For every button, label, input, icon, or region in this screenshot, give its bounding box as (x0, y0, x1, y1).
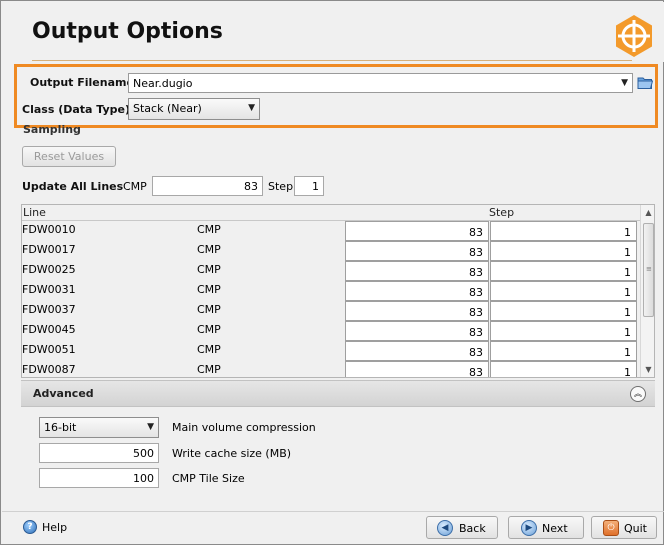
line-cmp-input[interactable]: 83 (345, 301, 489, 321)
scrollbar-thumb[interactable]: ≡ (643, 223, 654, 317)
header: Output Options (2, 2, 664, 62)
line-cmp-input[interactable]: 83 (345, 341, 489, 361)
logo-crosshair-icon (616, 15, 652, 57)
back-icon: ◀ (437, 520, 453, 536)
line-step-input[interactable]: 1 (490, 301, 637, 321)
line-type: CMP (197, 223, 221, 236)
table-row: FDW0025 CMP 83 1 (22, 261, 640, 281)
sampling-section-label: Sampling (23, 123, 81, 136)
update-all-lines-label: Update All Lines (22, 180, 124, 193)
line-type: CMP (197, 283, 221, 296)
chevron-down-icon: ▼ (147, 422, 154, 432)
class-data-type-value: Stack (Near) (133, 102, 202, 115)
column-header-step: Step (489, 206, 515, 219)
quit-label: Quit (624, 522, 647, 535)
update-all-step-label: Step (268, 180, 294, 193)
class-data-type-combo[interactable]: Stack (Near) ▼ (128, 98, 260, 120)
folder-icon[interactable] (637, 74, 654, 91)
line-name: FDW0045 (22, 323, 76, 336)
reset-values-button[interactable]: Reset Values (22, 146, 116, 167)
advanced-title: Advanced (33, 387, 94, 400)
line-step-input[interactable]: 1 (490, 321, 637, 341)
line-type: CMP (197, 303, 221, 316)
update-all-cmp-label: CMP (123, 180, 147, 193)
line-cmp-input[interactable]: 83 (345, 321, 489, 341)
output-filename-value: Near.dugio (133, 77, 193, 90)
line-cmp-input[interactable]: 83 (345, 361, 489, 377)
chevron-down-icon: ▼ (621, 78, 628, 88)
table-row: FDW0087 CMP 83 1 (22, 361, 640, 377)
table-row: FDW0017 CMP 83 1 (22, 241, 640, 261)
line-cmp-input[interactable]: 83 (345, 261, 489, 281)
line-type: CMP (197, 243, 221, 256)
back-button[interactable]: ◀ Back (426, 516, 498, 539)
scroll-down-icon[interactable]: ▼ (641, 362, 654, 377)
line-type: CMP (197, 323, 221, 336)
line-cmp-input[interactable]: 83 (345, 241, 489, 261)
line-name: FDW0087 (22, 363, 76, 376)
line-step-input[interactable]: 1 (490, 261, 637, 281)
table-row: FDW0045 CMP 83 1 (22, 321, 640, 341)
lines-table: Line Step FDW0010 CMP 83 1 FDW0017 CMP 8… (21, 204, 655, 378)
table-row: FDW0010 CMP 83 1 (22, 221, 640, 241)
column-header-line: Line (23, 206, 46, 219)
cmp-tile-size-label: CMP Tile Size (172, 472, 245, 485)
line-name: FDW0037 (22, 303, 76, 316)
help-label: Help (42, 521, 68, 534)
cmp-tile-size-input[interactable]: 100 (39, 468, 159, 488)
line-type: CMP (197, 363, 221, 376)
write-cache-input[interactable]: 500 (39, 443, 159, 463)
table-row: FDW0031 CMP 83 1 (22, 281, 640, 301)
line-step-input[interactable]: 1 (490, 221, 637, 241)
chevron-down-icon: ▼ (248, 103, 255, 113)
table-row: FDW0051 CMP 83 1 (22, 341, 640, 361)
footer-divider (2, 511, 664, 512)
compression-combo[interactable]: 16-bit ▼ (39, 417, 159, 438)
scroll-up-icon[interactable]: ▲ (641, 205, 654, 220)
compression-value: 16-bit (44, 421, 77, 434)
table-row: FDW0037 CMP 83 1 (22, 301, 640, 321)
line-type: CMP (197, 263, 221, 276)
line-name: FDW0017 (22, 243, 76, 256)
line-name: FDW0010 (22, 223, 76, 236)
line-name: FDW0031 (22, 283, 76, 296)
grip-icon: ≡ (646, 265, 652, 273)
line-cmp-input[interactable]: 83 (345, 221, 489, 241)
line-step-input[interactable]: 1 (490, 361, 637, 377)
quit-icon: ⏻ (603, 520, 619, 536)
line-name: FDW0051 (22, 343, 76, 356)
next-icon: ▶ (521, 520, 537, 536)
line-type: CMP (197, 343, 221, 356)
output-filename-combo[interactable]: Near.dugio ▼ (128, 73, 633, 93)
line-step-input[interactable]: 1 (490, 341, 637, 361)
dialog-window: Output Options Output Filename Near.dugi… (0, 0, 664, 545)
back-label: Back (459, 522, 486, 535)
next-label: Next (542, 522, 568, 535)
line-name: FDW0025 (22, 263, 76, 276)
output-filename-label: Output Filename (30, 76, 134, 89)
header-divider (32, 60, 632, 61)
advanced-section-header[interactable]: Advanced ︽ (21, 380, 655, 407)
update-all-step-input[interactable]: 1 (294, 176, 324, 196)
table-vertical-scrollbar[interactable]: ▲ ≡ ▼ (640, 205, 654, 377)
line-cmp-input[interactable]: 83 (345, 281, 489, 301)
write-cache-label: Write cache size (MB) (172, 447, 292, 460)
quit-button[interactable]: ⏻ Quit (591, 516, 657, 539)
next-button[interactable]: ▶ Next (508, 516, 584, 539)
help-icon: ? (23, 520, 37, 534)
compression-label: Main volume compression (172, 421, 316, 434)
class-data-type-label: Class (Data Type) (22, 103, 131, 116)
update-all-cmp-input[interactable]: 83 (152, 176, 263, 196)
collapse-icon[interactable]: ︽ (630, 386, 646, 402)
line-step-input[interactable]: 1 (490, 281, 637, 301)
line-step-input[interactable]: 1 (490, 241, 637, 261)
page-title: Output Options (32, 19, 223, 44)
